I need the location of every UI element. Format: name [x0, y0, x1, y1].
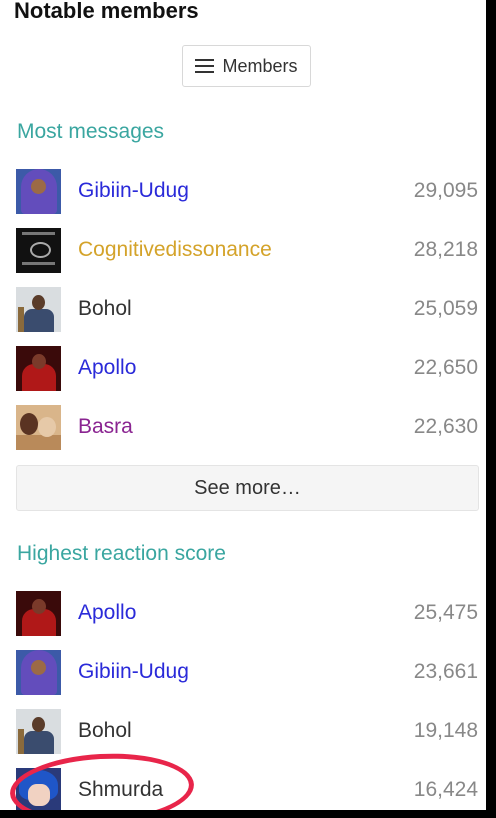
member-name-link[interactable]: Bohol [78, 719, 414, 743]
message-count: 25,059 [413, 297, 478, 320]
avatar[interactable] [16, 708, 61, 754]
member-name-link[interactable]: Apollo [78, 601, 414, 625]
member-name-link[interactable]: Bohol [78, 297, 414, 321]
reaction-score: 25,475 [413, 601, 478, 624]
most-messages-title: Most messages [17, 120, 165, 143]
member-name-link[interactable]: Shmurda [78, 778, 414, 802]
message-count: 22,650 [413, 356, 478, 379]
list-item[interactable]: Bohol 25,059 [16, 286, 480, 332]
hamburger-icon [195, 59, 215, 73]
see-more-button[interactable]: See more… [16, 465, 479, 511]
reaction-score: 23,661 [413, 660, 478, 683]
message-count: 29,095 [413, 179, 478, 202]
member-name-link[interactable]: Apollo [78, 356, 414, 380]
members-button[interactable]: Members [182, 45, 311, 87]
list-item[interactable]: Cognitivedissonance 28,218 [16, 227, 480, 273]
notable-members-page: Notable members Members Most messages Gi… [0, 0, 486, 810]
page-title: Notable members [14, 0, 199, 23]
reaction-score: 16,424 [413, 778, 478, 801]
avatar[interactable] [16, 649, 61, 695]
reaction-score: 19,148 [413, 719, 478, 742]
member-name-link[interactable]: Cognitivedissonance [78, 238, 414, 262]
list-item[interactable]: Gibiin-Udug 29,095 [16, 168, 480, 214]
highest-reaction-title: Highest reaction score [17, 542, 226, 565]
list-item[interactable]: Bohol 19,148 [16, 708, 480, 754]
list-item[interactable]: Shmurda 16,424 [16, 767, 480, 810]
avatar[interactable] [16, 767, 61, 810]
avatar[interactable] [16, 168, 61, 214]
list-item[interactable]: Apollo 22,650 [16, 345, 480, 391]
list-item[interactable]: Basra 22,630 [16, 404, 480, 450]
avatar[interactable] [16, 345, 61, 391]
message-count: 22,630 [413, 415, 478, 438]
avatar[interactable] [16, 227, 61, 273]
member-name-link[interactable]: Gibiin-Udug [78, 660, 414, 684]
avatar[interactable] [16, 590, 61, 636]
list-item[interactable]: Apollo 25,475 [16, 590, 480, 636]
list-item[interactable]: Gibiin-Udug 23,661 [16, 649, 480, 695]
message-count: 28,218 [413, 238, 478, 261]
member-name-link[interactable]: Basra [78, 415, 414, 439]
member-name-link[interactable]: Gibiin-Udug [78, 179, 414, 203]
avatar[interactable] [16, 404, 61, 450]
members-button-label: Members [222, 55, 298, 76]
avatar[interactable] [16, 286, 61, 332]
